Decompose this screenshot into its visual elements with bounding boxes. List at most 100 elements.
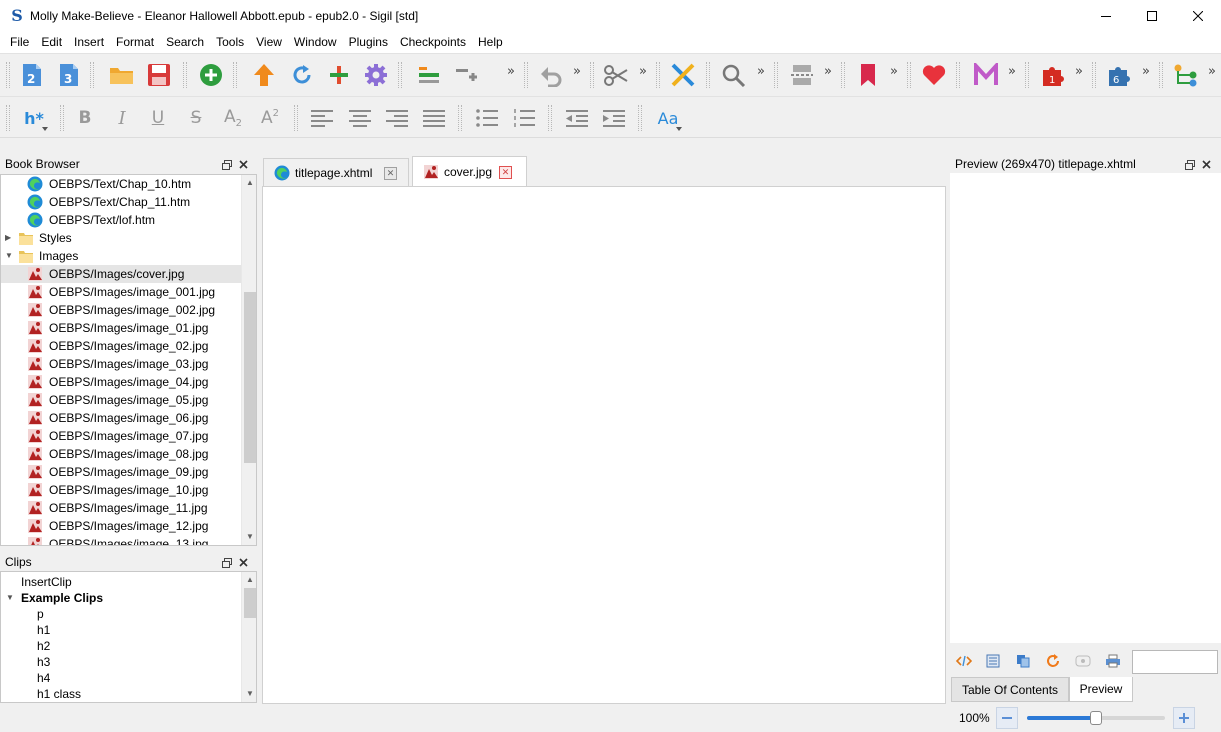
tree-folder-item[interactable]: ▼ Images: [1, 247, 256, 265]
tree-file-item[interactable]: OEBPS/Images/image_001.jpg: [1, 283, 256, 301]
collapsed-arrow-icon[interactable]: ▶: [5, 229, 11, 247]
m-plugin-button[interactable]: [972, 61, 1000, 89]
expanded-arrow-icon[interactable]: ▼: [6, 590, 14, 606]
tab-close-button[interactable]: ✕: [384, 167, 397, 180]
scroll-up-icon[interactable]: ▲: [242, 175, 256, 191]
close-dock-button[interactable]: [1201, 160, 1211, 170]
scroll-up-icon[interactable]: ▲: [242, 572, 256, 588]
zoom-slider-handle[interactable]: [1090, 711, 1102, 725]
toolbar-grip[interactable]: [6, 105, 10, 131]
menu-plugins[interactable]: Plugins: [343, 32, 394, 52]
strikethrough-button[interactable]: S: [182, 104, 210, 132]
close-dock-button[interactable]: [238, 160, 248, 170]
menu-file[interactable]: File: [4, 32, 35, 52]
menu-help[interactable]: Help: [472, 32, 509, 52]
scroll-down-icon[interactable]: ▼: [242, 686, 256, 702]
preview-search-input[interactable]: [1132, 650, 1218, 674]
menu-view[interactable]: View: [250, 32, 288, 52]
toolbar-overflow[interactable]: »: [890, 64, 898, 79]
new-epub2-button[interactable]: 2: [18, 61, 46, 89]
clip-item[interactable]: h1 class: [1, 686, 256, 702]
find-button[interactable]: [720, 61, 748, 89]
menu-checkpoints[interactable]: Checkpoints: [394, 32, 472, 52]
close-dock-button[interactable]: [238, 558, 248, 568]
clip-item[interactable]: h2: [1, 638, 256, 654]
tree-file-item[interactable]: OEBPS/Images/image_09.jpg: [1, 463, 256, 481]
underline-button[interactable]: U: [144, 104, 172, 132]
menu-search[interactable]: Search: [160, 32, 210, 52]
bookmark-button[interactable]: [854, 61, 882, 89]
zoom-out-button[interactable]: [996, 707, 1018, 729]
tree-file-item[interactable]: OEBPS/Images/image_002.jpg: [1, 301, 256, 319]
subscript-button[interactable]: A2: [219, 104, 247, 132]
clip-item[interactable]: h4: [1, 670, 256, 686]
maximize-button[interactable]: [1129, 0, 1175, 31]
tree-file-item[interactable]: OEBPS/Images/image_03.jpg: [1, 355, 256, 373]
zoom-in-button[interactable]: [1173, 707, 1195, 729]
tab-titlepage[interactable]: titlepage.xhtml ✕: [263, 158, 409, 186]
align-justify-button[interactable]: [420, 104, 448, 132]
new-epub3-button[interactable]: 3: [55, 61, 83, 89]
menu-window[interactable]: Window: [288, 32, 343, 52]
bold-button[interactable]: B: [71, 104, 99, 132]
toolbar-overflow[interactable]: »: [1075, 64, 1083, 79]
insert-file-button[interactable]: [415, 61, 443, 89]
tree-file-item[interactable]: OEBPS/Images/image_13.jpg: [1, 535, 256, 545]
open-button[interactable]: [108, 61, 136, 89]
reload-button[interactable]: [1044, 652, 1062, 670]
numbered-list-button[interactable]: [510, 104, 538, 132]
menu-tools[interactable]: Tools: [210, 32, 250, 52]
align-left-button[interactable]: [308, 104, 336, 132]
toolbar-overflow[interactable]: »: [1008, 64, 1016, 79]
plugin-1-button[interactable]: 1: [1040, 61, 1068, 89]
tree-file-item[interactable]: OEBPS/Images/image_01.jpg: [1, 319, 256, 337]
validate-button[interactable]: [669, 61, 697, 89]
text-case-button[interactable]: Aa: [652, 104, 684, 132]
toolbar-overflow[interactable]: »: [757, 64, 765, 79]
expanded-arrow-icon[interactable]: ▼: [5, 247, 13, 265]
clips-scrollbar[interactable]: ▲ ▼: [241, 572, 256, 702]
heading-button[interactable]: h*: [18, 104, 50, 132]
toolbar-overflow[interactable]: »: [824, 64, 832, 79]
tree-file-item[interactable]: OEBPS/Images/image_05.jpg: [1, 391, 256, 409]
outdent-button[interactable]: [563, 104, 591, 132]
clip-item[interactable]: h1: [1, 622, 256, 638]
preview-view[interactable]: [950, 173, 1221, 643]
clip-item[interactable]: InsertClip: [1, 574, 256, 590]
print-button[interactable]: [1104, 652, 1122, 670]
menu-format[interactable]: Format: [110, 32, 160, 52]
settings-button[interactable]: [362, 61, 390, 89]
tree-file-item[interactable]: OEBPS/Text/lof.htm: [1, 211, 256, 229]
code-view-button[interactable]: [955, 652, 973, 670]
clip-item[interactable]: h3: [1, 654, 256, 670]
tree-scrollbar[interactable]: ▲ ▼: [241, 175, 256, 545]
tree-file-item[interactable]: OEBPS/Images/image_04.jpg: [1, 373, 256, 391]
bullet-list-button[interactable]: [473, 104, 501, 132]
tab-cover[interactable]: cover.jpg ✕: [412, 156, 527, 187]
tree-file-item[interactable]: OEBPS/Images/image_11.jpg: [1, 499, 256, 517]
align-right-button[interactable]: [383, 104, 411, 132]
save-button[interactable]: [145, 61, 173, 89]
indent-button[interactable]: [600, 104, 628, 132]
image-viewer[interactable]: [262, 186, 946, 704]
tab-table-of-contents[interactable]: Table Of Contents: [951, 677, 1069, 702]
tree-file-item[interactable]: OEBPS/Text/Chap_11.htm: [1, 193, 256, 211]
plugin-6-button[interactable]: 6: [1106, 61, 1134, 89]
fit-button[interactable]: [984, 652, 1002, 670]
minimize-button[interactable]: [1083, 0, 1129, 31]
split-chapter-button[interactable]: [788, 61, 816, 89]
tree-file-item[interactable]: OEBPS/Images/cover.jpg: [1, 265, 256, 283]
undock-button[interactable]: [1185, 159, 1195, 170]
tree-file-item[interactable]: OEBPS/Images/image_07.jpg: [1, 427, 256, 445]
tab-preview[interactable]: Preview: [1069, 677, 1133, 702]
clip-item[interactable]: p: [1, 606, 256, 622]
clip-group[interactable]: ▼ Example Clips: [1, 590, 256, 606]
tab-close-button[interactable]: ✕: [499, 166, 512, 179]
copy-button[interactable]: [1014, 652, 1032, 670]
undock-button[interactable]: [222, 557, 232, 568]
toolbar-overflow[interactable]: »: [507, 64, 515, 79]
add-existing-button[interactable]: [325, 61, 353, 89]
zoom-slider[interactable]: [1027, 711, 1165, 725]
tree-button[interactable]: [1172, 61, 1200, 89]
tree-file-item[interactable]: OEBPS/Images/image_06.jpg: [1, 409, 256, 427]
